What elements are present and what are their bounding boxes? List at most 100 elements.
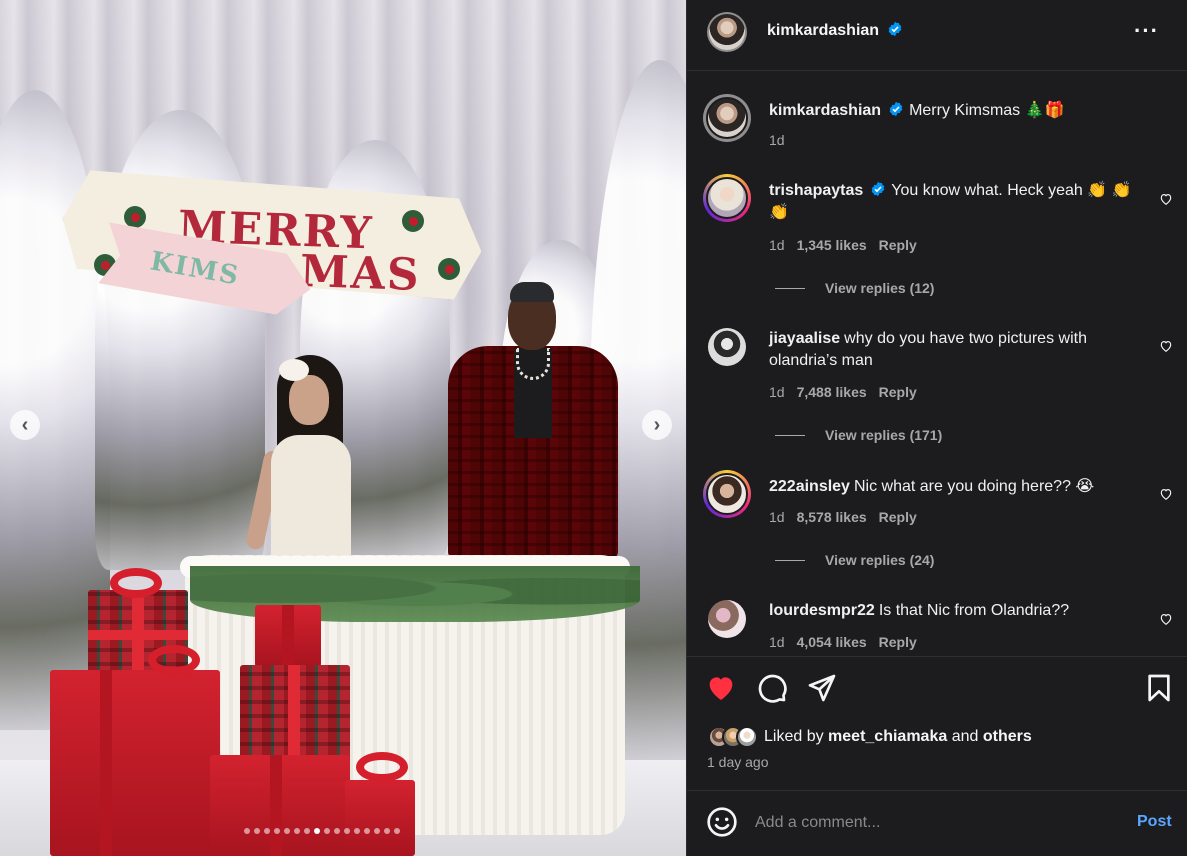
liked-by-joiner: and (951, 728, 979, 745)
comment-likes[interactable]: 8,578 likes (797, 509, 867, 525)
view-replies-button[interactable]: View replies (12) (775, 280, 934, 296)
share-icon[interactable] (806, 672, 838, 704)
liked-by-avatars[interactable] (708, 726, 758, 748)
carousel-dot (374, 828, 380, 834)
gift-bow (110, 568, 162, 598)
comment-time: 1d (769, 634, 785, 650)
avatar[interactable] (708, 600, 746, 638)
comment-input[interactable] (755, 810, 1115, 836)
liked-by-others[interactable]: others (983, 728, 1032, 746)
post-button[interactable]: Post (1137, 813, 1172, 831)
comment-meta: 1d 4,054 likes Reply (769, 634, 917, 650)
reply-button[interactable]: Reply (879, 237, 917, 253)
action-bar (687, 672, 1187, 708)
comment-like-heart-icon[interactable] (1159, 339, 1173, 353)
verified-badge-icon (871, 181, 885, 197)
comment-like-heart-icon[interactable] (1159, 192, 1173, 206)
holly-decoration (124, 206, 146, 228)
carousel-dot (334, 828, 340, 834)
gift-box (345, 780, 415, 856)
divider (687, 70, 1187, 71)
comment-meta: 1d 8,578 likes Reply (769, 509, 917, 525)
comment: jiayaalise why do you have two pictures w… (769, 328, 1139, 372)
divider (687, 656, 1187, 657)
carousel-dot (284, 828, 290, 834)
comment-username[interactable]: jiayaalise (769, 330, 840, 347)
carousel-dot (344, 828, 350, 834)
view-replies-button[interactable]: View replies (171) (775, 427, 942, 443)
post-timestamp[interactable]: 1 day ago (707, 754, 769, 770)
header-username[interactable]: kimkardashian (767, 22, 879, 39)
carousel-dot (364, 828, 370, 834)
carousel-dot (304, 828, 310, 834)
comment-like-heart-icon[interactable] (1159, 612, 1173, 626)
bookmark-icon[interactable] (1143, 672, 1175, 704)
gift-box (255, 605, 321, 667)
carousel-dot (384, 828, 390, 834)
avatar[interactable] (706, 97, 748, 139)
comment: lourdesmpr22 Is that Nic from Olandria?? (769, 600, 1139, 622)
caption-username[interactable]: kimkardashian (769, 102, 881, 119)
comment-meta: 1d 7,488 likes Reply (769, 384, 917, 400)
more-options-icon[interactable]: ··· (1134, 18, 1159, 44)
gift-box (50, 670, 220, 856)
avatar[interactable] (706, 473, 748, 515)
carousel-dot (244, 828, 250, 834)
avatar[interactable] (709, 14, 745, 50)
comment-time: 1d (769, 384, 785, 400)
banner-text-mas: MAS (299, 245, 422, 302)
reply-button[interactable]: Reply (879, 634, 917, 650)
gift-bow (356, 752, 408, 782)
liked-by-prefix: Liked by (764, 728, 824, 745)
carousel-dot (394, 828, 400, 834)
comment-likes[interactable]: 4,054 likes (797, 634, 867, 650)
comment-icon[interactable] (756, 672, 788, 704)
comment-time: 1d (769, 509, 785, 525)
gift-box (240, 665, 350, 760)
post-sidebar: kimkardashian ··· kimkardashian Merry Kim… (686, 0, 1187, 856)
view-replies-button[interactable]: View replies (24) (775, 552, 934, 568)
chevron-right-icon: › (653, 414, 661, 436)
avatar (736, 726, 758, 748)
carousel-dot (294, 828, 300, 834)
holly-decoration (402, 210, 424, 232)
liked-by-user[interactable]: meet_chiamaka (828, 728, 947, 746)
caption-meta: 1d (769, 132, 785, 148)
comment-username[interactable]: lourdesmpr22 (769, 602, 875, 619)
comment-username[interactable]: trishapaytas (769, 182, 863, 199)
comment-username[interactable]: 222ainsley (769, 478, 850, 495)
carousel-dots (244, 828, 400, 834)
verified-badge-icon (889, 101, 903, 117)
person-in-white-dress (244, 355, 365, 560)
comment-like-heart-icon[interactable] (1159, 487, 1173, 501)
post-image[interactable]: MERRY MAS KIMS ‹ › (0, 0, 686, 856)
carousel-dot (264, 828, 270, 834)
liked-by: Liked by meet_chiamaka and others (708, 726, 1032, 748)
avatar[interactable] (706, 177, 748, 219)
reply-button[interactable]: Reply (879, 509, 917, 525)
carousel-dot (314, 828, 320, 834)
comment: trishapaytas You know what. Heck yeah 👏 👏… (769, 180, 1139, 224)
chevron-left-icon: ‹ (21, 414, 29, 436)
reply-button[interactable]: Reply (879, 384, 917, 400)
carousel-dot (274, 828, 280, 834)
caption-time: 1d (769, 132, 785, 148)
comment-likes[interactable]: 1,345 likes (797, 237, 867, 253)
comment-time: 1d (769, 237, 785, 253)
comment-text: Nic what are you doing here?? 😭 (853, 478, 1095, 495)
holly-decoration (438, 258, 460, 280)
carousel-next-button[interactable]: › (642, 410, 672, 440)
carousel-dot (254, 828, 260, 834)
comment-likes[interactable]: 7,488 likes (797, 384, 867, 400)
verified-badge-icon (888, 21, 901, 37)
person-in-robe (448, 282, 618, 558)
caption-text: Merry Kimsmas 🎄🎁 (909, 102, 1065, 119)
heart-icon[interactable] (705, 672, 737, 704)
comment-text: Is that Nic from Olandria?? (878, 602, 1070, 619)
caption: kimkardashian Merry Kimsmas 🎄🎁 (769, 100, 1139, 122)
comment-meta: 1d 1,345 likes Reply (769, 237, 917, 253)
carousel-prev-button[interactable]: ‹ (10, 410, 40, 440)
emoji-icon[interactable] (706, 806, 738, 838)
gift-bow (148, 645, 200, 675)
avatar[interactable] (708, 328, 746, 366)
